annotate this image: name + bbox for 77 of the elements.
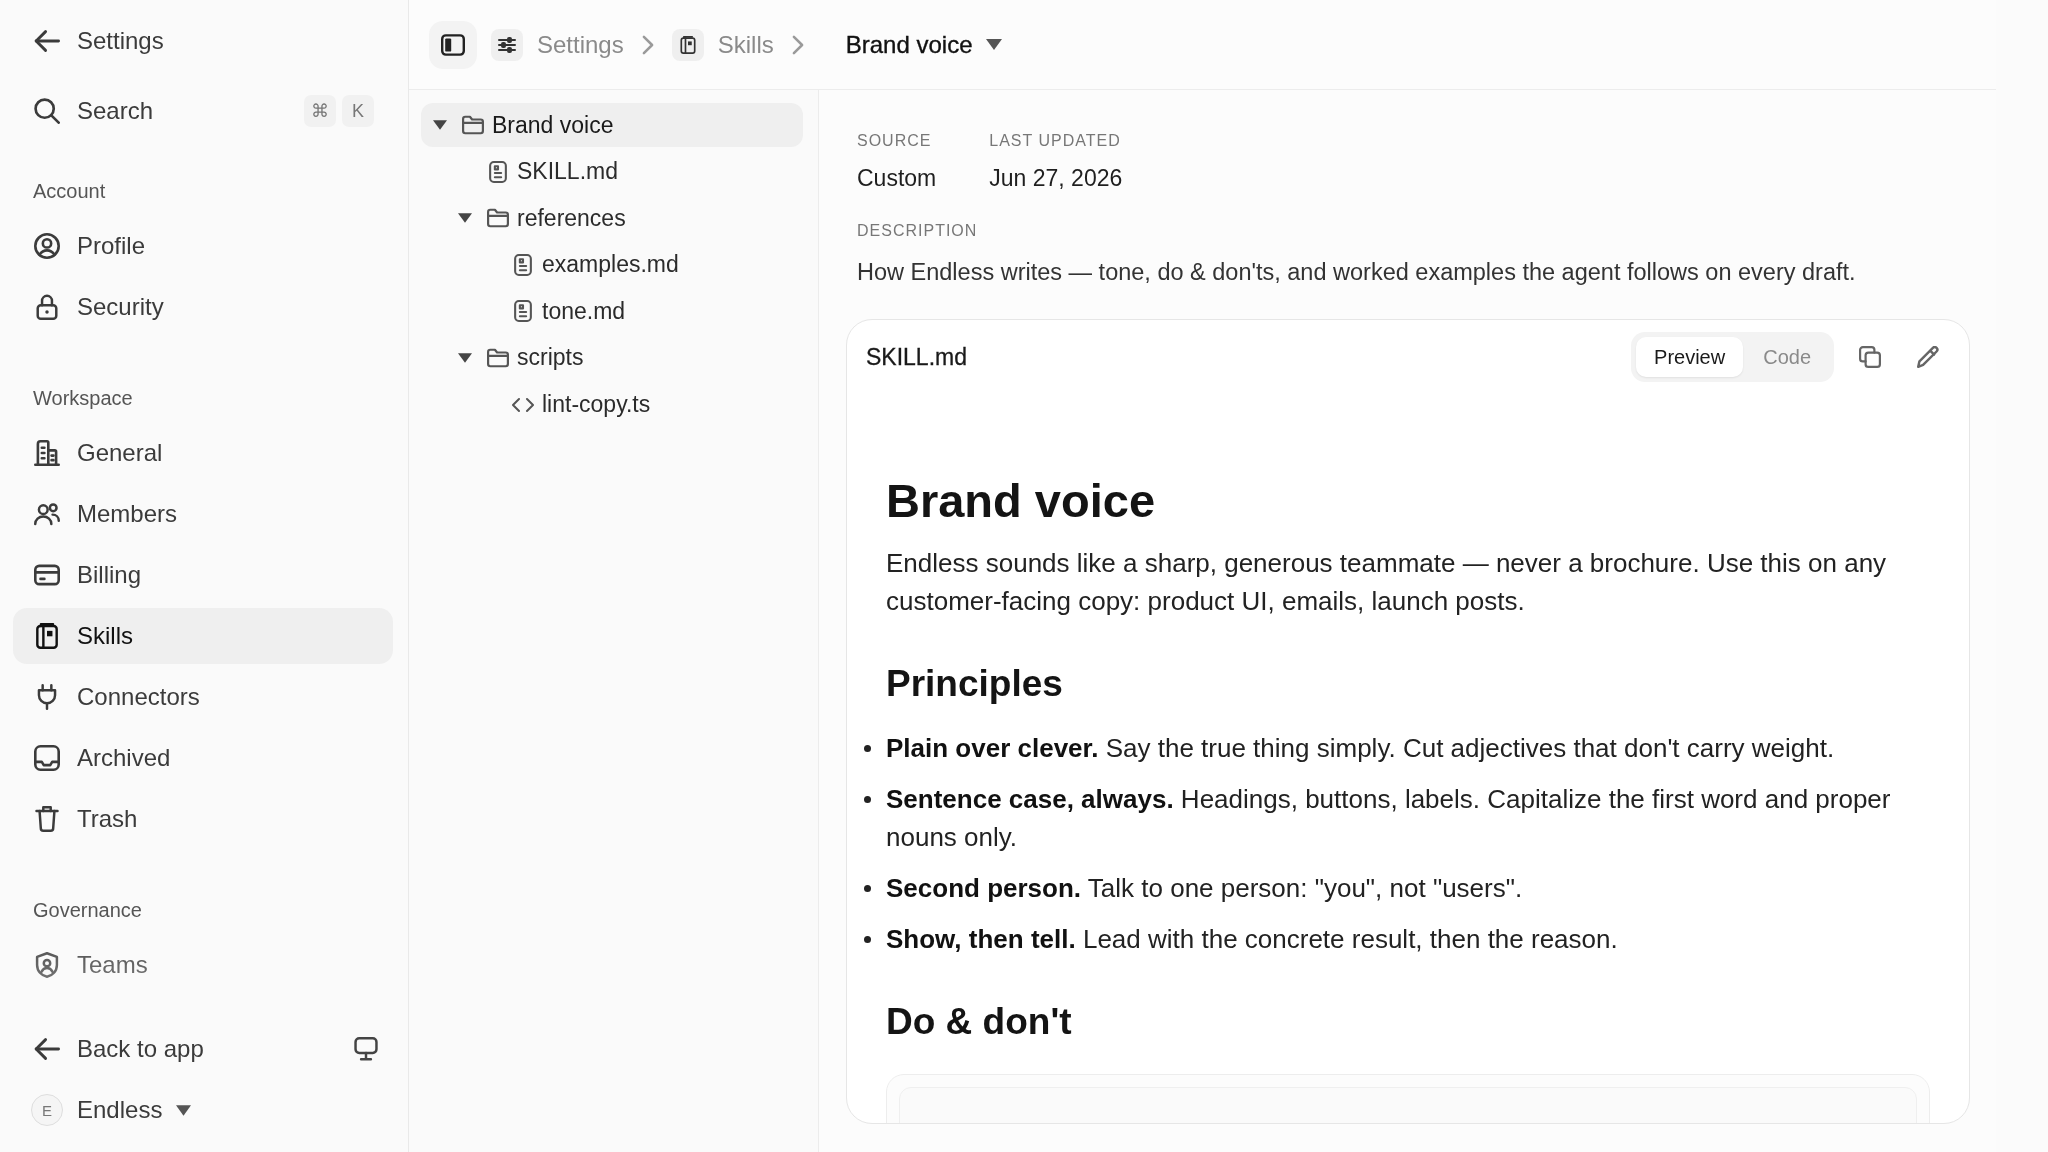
document-icon (487, 160, 509, 183)
sidebar-item[interactable]: Profile (13, 218, 393, 274)
section-heading: Do & don't (886, 1000, 1073, 1044)
inbox-icon (34, 745, 60, 771)
document-icon (512, 253, 534, 276)
description-text: How Endless writes — tone, do & don'ts, and worked examples the agent follows on every draft. (857, 258, 1857, 287)
document-title: Brand voice (886, 473, 1157, 529)
lock-icon (34, 294, 60, 320)
pencil-icon[interactable] (1917, 346, 1939, 368)
folder-icon (487, 207, 509, 230)
sidebar-item[interactable]: Archived (13, 730, 393, 786)
shortcut-key: ⌘ (304, 95, 336, 127)
copy-icon[interactable] (1859, 346, 1881, 368)
caret-icon (986, 39, 1003, 50)
sidebar-item[interactable]: Skills (13, 608, 393, 664)
sidebar-item[interactable]: General (13, 425, 393, 481)
tree-item[interactable]: examples.md (421, 242, 803, 287)
tree-item[interactable]: tone.md (421, 289, 803, 334)
section-label: Account (32, 179, 107, 204)
sidebar-item[interactable]: Security (13, 279, 393, 335)
monitor-icon[interactable] (354, 1037, 378, 1061)
field-label: LAST UPDATED (989, 131, 1122, 151)
sidebar-item[interactable]: Members (13, 486, 393, 542)
bullet-icon (864, 936, 871, 943)
tree-item[interactable]: SKILL.md (421, 149, 803, 194)
section-label: Workspace (32, 386, 134, 411)
user-circle-icon (34, 233, 60, 259)
field-value: Custom (857, 164, 937, 193)
panel-icon (441, 33, 465, 56)
caret-icon (176, 1104, 192, 1116)
building-icon (34, 440, 60, 466)
shield-user-icon (34, 952, 60, 978)
bullet-icon (864, 885, 871, 892)
breadcrumb-current[interactable]: Brand voice (833, 24, 1015, 65)
chevron-right-icon (791, 34, 804, 55)
list-item-text: Second person. Talk to one person: "you", not "users". (886, 872, 1523, 905)
folder-icon (462, 114, 484, 136)
sidebar-toggle-button[interactable] (429, 20, 477, 69)
field-label: DESCRIPTION (857, 221, 979, 241)
arrow-left-icon (34, 28, 60, 54)
arrow-left-icon (34, 1036, 60, 1062)
notebook-icon (34, 623, 60, 649)
field-value: Jun 27, 2026 (989, 164, 1123, 193)
tree-item[interactable]: lint-copy.ts (421, 382, 803, 427)
tree-item[interactable]: references (421, 196, 803, 241)
sidebar-item[interactable]: Trash (13, 791, 393, 847)
back-to-app-link[interactable]: Back to app (13, 1021, 223, 1077)
section-heading: Principles (886, 662, 1064, 706)
back-button[interactable]: Settings (13, 13, 393, 69)
field-label: SOURCE (857, 131, 933, 151)
search-button[interactable]: Search ⌘ K (13, 83, 393, 139)
workspace-switcher[interactable]: E Endless (13, 1082, 393, 1138)
folder-icon (487, 346, 509, 369)
document-icon (512, 300, 534, 323)
sliders-icon (491, 28, 523, 61)
tree-item[interactable]: Brand voice (421, 103, 803, 147)
list-item-text: Plain over clever. Say the true thing simply. Cut adjectives that don't carry weight. (886, 732, 1835, 765)
notebook-icon (671, 28, 704, 61)
search-icon (34, 98, 60, 124)
sidebar-item[interactable]: Connectors (13, 669, 393, 725)
chevron-right-icon (641, 34, 654, 55)
section-label: Governance (32, 898, 143, 923)
view-tab[interactable]: Preview (1636, 337, 1744, 377)
list-item-text: Sentence case, always. Headings, buttons, labels. Capitalize the first word and proper nouns only. (886, 783, 1892, 854)
bullet-icon (864, 796, 871, 803)
shortcut-key: K (342, 95, 374, 127)
people-icon (34, 501, 60, 527)
bullet-icon (864, 745, 871, 752)
document-paragraph: Endless sounds like a sharp, generous teammate — never a brochure. Use this on any customer-facing copy: product UI, emails, launch posts. (886, 547, 1888, 618)
sidebar-item[interactable]: Billing (13, 547, 393, 603)
workspace-avatar: E (31, 1094, 63, 1126)
trash-icon (34, 806, 60, 832)
sidebar-item[interactable]: Teams (13, 937, 393, 993)
credit-card-icon (34, 562, 60, 588)
tree-item[interactable]: scripts (421, 335, 803, 380)
list-item-text: Show, then tell. Lead with the concrete result, then the reason. (886, 923, 1618, 956)
file-title: SKILL.md (866, 343, 967, 371)
